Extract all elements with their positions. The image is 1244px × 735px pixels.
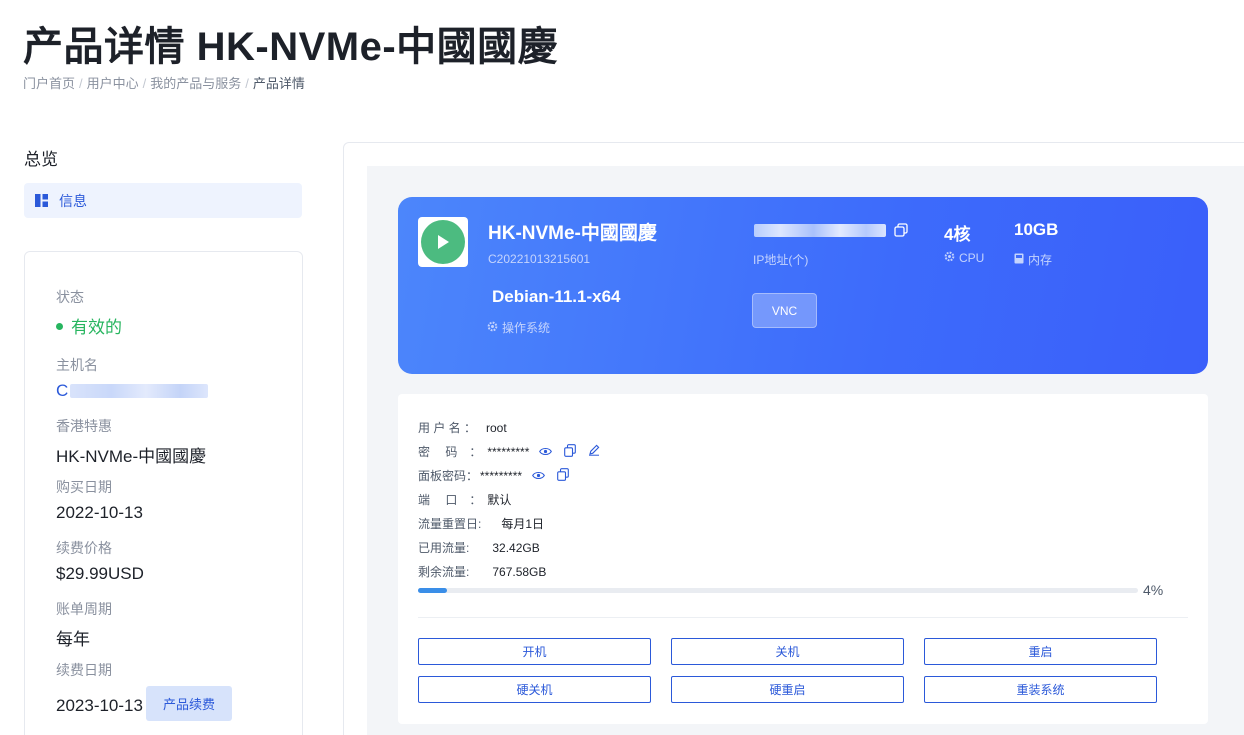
used-traffic-label: 已用流量: bbox=[418, 541, 470, 555]
hostname-label: 主机名 bbox=[56, 357, 98, 373]
memory-icon bbox=[1014, 253, 1024, 267]
panel-password-label: 面板密码： bbox=[418, 469, 479, 483]
breadcrumb-separator: / bbox=[142, 76, 147, 91]
dashboard-icon bbox=[35, 194, 48, 207]
username-value: root bbox=[486, 420, 507, 435]
show-panel-password-eye-icon[interactable] bbox=[532, 469, 545, 483]
status-dot-icon bbox=[56, 323, 63, 331]
hostname-redacted bbox=[70, 384, 209, 398]
memory-value: 10GB bbox=[1014, 220, 1059, 239]
vnc-button[interactable]: VNC bbox=[752, 293, 817, 328]
breadcrumb-separator: / bbox=[245, 76, 249, 91]
plan-value: HK-NVMe-中國國慶 bbox=[56, 447, 207, 466]
traffic-progress-text: 4% bbox=[1143, 582, 1164, 598]
breadcrumb-separator: / bbox=[79, 76, 83, 91]
breadcrumb-my-products[interactable]: 我的产品与服务 bbox=[150, 76, 241, 91]
breadcrumb-home[interactable]: 门户首页 bbox=[23, 76, 75, 91]
reinstall-system-button[interactable]: 重装系统 bbox=[924, 676, 1157, 703]
password-value: ********* bbox=[487, 444, 530, 459]
renew-price-field: 续费价格 $29.99USD bbox=[56, 538, 144, 584]
breadcrumb: 门户首页 / 用户中心 / 我的产品与服务 / 产品详情 bbox=[23, 73, 305, 92]
breadcrumb-current: 产品详情 bbox=[252, 76, 305, 91]
traffic-reset-value: 每月1日 bbox=[501, 517, 545, 531]
port-value: 默认 bbox=[487, 493, 512, 507]
status-label: 状态 bbox=[56, 289, 84, 305]
server-status-indicator bbox=[418, 217, 468, 267]
renew-date-value: 2023-10-13 bbox=[56, 696, 143, 715]
server-details-card: 用 户 名 ： root 密 码 ： ********* 面板密码： *****… bbox=[398, 394, 1208, 724]
traffic-reset-label: 流量重置日: bbox=[418, 517, 482, 531]
plan-label: 香港特惠 bbox=[56, 418, 112, 434]
plan-field: 香港特惠 HK-NVMe-中國國慶 bbox=[56, 416, 206, 467]
billing-cycle-field: 账单周期 每年 bbox=[56, 599, 112, 650]
sidebar-item-label: 信息 bbox=[59, 192, 87, 209]
power-on-button[interactable]: 开机 bbox=[418, 638, 651, 665]
remaining-traffic-row: 剩余流量: 767.58GB bbox=[418, 563, 546, 580]
status-value: 有效的 bbox=[71, 318, 122, 337]
edit-password-icon[interactable] bbox=[588, 444, 600, 459]
port-label: 端 口 ： bbox=[418, 493, 482, 507]
show-password-eye-icon[interactable] bbox=[539, 445, 553, 459]
cpu-value: 4核 bbox=[944, 225, 971, 244]
purchase-date-field: 购买日期 2022-10-13 bbox=[56, 477, 143, 523]
page-title: 产品详情 HK-NVMe-中國國慶 bbox=[23, 25, 559, 69]
billing-cycle-label: 账单周期 bbox=[56, 601, 112, 617]
renew-date-field: 续费日期 2023-10-13 bbox=[56, 660, 143, 716]
hostname-value[interactable]: C bbox=[56, 381, 68, 401]
password-label: 密 码 ： bbox=[418, 445, 482, 459]
renew-date-label: 续费日期 bbox=[56, 662, 112, 678]
purchase-date-value: 2022-10-13 bbox=[56, 503, 143, 522]
traffic-reset-row: 流量重置日: 每月1日 bbox=[418, 515, 544, 532]
product-info-card: 状态 有效的 主机名 C 香港特惠 HK-NVMe-中國國慶 购买日期 2022… bbox=[24, 251, 303, 735]
gear-icon bbox=[487, 321, 498, 335]
used-traffic-value: 32.42GB bbox=[492, 540, 540, 555]
purchase-date-label: 购买日期 bbox=[56, 479, 112, 495]
server-summary-card: HK-NVMe-中國國慶 C20221013215601 Debian-11.1… bbox=[398, 197, 1208, 374]
username-row: 用 户 名 ： root bbox=[418, 419, 507, 436]
power-off-button[interactable]: 关机 bbox=[671, 638, 904, 665]
password-row: 密 码 ： ********* bbox=[418, 443, 600, 460]
hostname-field: 主机名 C bbox=[56, 355, 209, 401]
copy-panel-password-icon[interactable] bbox=[557, 467, 569, 484]
memory-label: 内存 bbox=[1028, 253, 1053, 267]
os-label: 操作系统 bbox=[502, 321, 551, 335]
traffic-progress-fill bbox=[418, 588, 447, 593]
renew-price-label: 续费价格 bbox=[56, 540, 112, 556]
copy-password-icon[interactable] bbox=[564, 443, 577, 460]
panel-password-value: ********* bbox=[480, 468, 523, 483]
overview-heading: 总览 bbox=[24, 150, 58, 169]
copy-ip-icon[interactable] bbox=[894, 223, 908, 237]
os-value: Debian-11.1-x64 bbox=[492, 287, 621, 306]
cpu-gear-icon bbox=[944, 251, 955, 265]
cpu-label: CPU bbox=[959, 251, 985, 265]
ip-address-redacted bbox=[754, 224, 886, 237]
remaining-traffic-label: 剩余流量: bbox=[418, 565, 470, 579]
renew-product-button[interactable]: 产品续费 bbox=[146, 686, 232, 721]
ip-label: IP地址(个) bbox=[753, 253, 809, 267]
used-traffic-row: 已用流量: 32.42GB bbox=[418, 539, 540, 556]
renew-price-value: $29.99USD bbox=[56, 564, 144, 583]
hard-power-off-button[interactable]: 硬关机 bbox=[418, 676, 651, 703]
running-status-icon bbox=[421, 220, 465, 264]
port-row: 端 口 ： 默认 bbox=[418, 491, 511, 508]
divider bbox=[418, 617, 1188, 618]
server-name: HK-NVMe-中國國慶 bbox=[488, 223, 657, 244]
status-field: 状态 有效的 bbox=[56, 287, 122, 338]
breadcrumb-user-center[interactable]: 用户中心 bbox=[87, 76, 139, 91]
restart-button[interactable]: 重启 bbox=[924, 638, 1157, 665]
billing-cycle-value: 每年 bbox=[56, 630, 90, 649]
username-label: 用 户 名 ： bbox=[418, 421, 477, 435]
hard-restart-button[interactable]: 硬重启 bbox=[671, 676, 904, 703]
panel-password-row: 面板密码： ********* bbox=[418, 467, 569, 484]
server-id: C20221013215601 bbox=[488, 252, 591, 266]
sidebar-item-info[interactable]: 信息 bbox=[24, 183, 302, 218]
remaining-traffic-value: 767.58GB bbox=[492, 564, 547, 579]
traffic-progress-bar bbox=[418, 588, 1138, 593]
